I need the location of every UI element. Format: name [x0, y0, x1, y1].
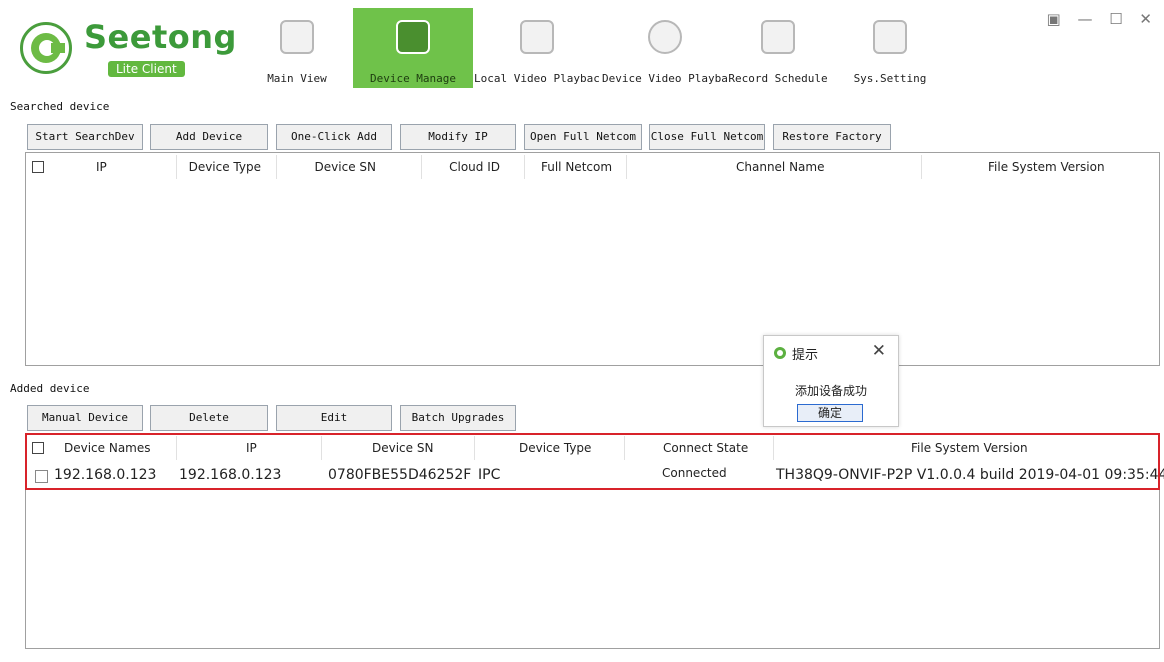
added-device-table[interactable]: Device Names IP Device SN Device Type Co…	[25, 433, 1164, 649]
record-schedule-icon	[761, 20, 795, 54]
open-full-netcom-button[interactable]: Open Full Netcom	[524, 124, 642, 150]
device-video-icon	[648, 20, 682, 54]
tab-main-view[interactable]: Main View	[262, 8, 332, 88]
col-added-fs-version[interactable]: File System Version	[911, 434, 1028, 462]
col-channel-name[interactable]: Channel Name	[736, 153, 824, 181]
row-device-type: IPC	[478, 467, 501, 483]
row-fs-version: TH38Q9-ONVIF-P2P V1.0.0.4 build 2019-04-…	[776, 467, 1164, 483]
app-header: Seetong Lite Client Main View Device Man…	[0, 0, 1164, 88]
row-device-sn: 0780FBE55D46252F	[328, 467, 472, 483]
modify-ip-button[interactable]: Modify IP	[400, 124, 516, 150]
main-view-icon	[280, 20, 314, 54]
add-device-button[interactable]: Add Device	[150, 124, 268, 150]
window-controls[interactable]: ▣ — ☐ ✕	[1047, 10, 1159, 28]
col-device-type[interactable]: Device Type	[181, 153, 261, 181]
seetong-small-icon	[774, 347, 786, 359]
row-checkbox[interactable]	[35, 470, 48, 483]
row-connect-state: Connected	[662, 466, 727, 480]
col-added-device-type[interactable]: Device Type	[519, 434, 591, 462]
col-added-device-sn[interactable]: Device SN	[372, 434, 433, 462]
table-row[interactable]: 192.168.0.123 192.168.0.123 0780FBE55D46…	[26, 462, 1164, 488]
tab-local-video-playback[interactable]: Local Video Playback	[474, 8, 600, 88]
seetong-logo: Seetong Lite Client	[20, 16, 240, 78]
manual-device-button[interactable]: Manual Device	[27, 405, 143, 431]
dialog-message: 添加设备成功	[794, 384, 867, 398]
brand-name: Seetong	[84, 18, 237, 56]
tab-device-manage[interactable]: Device Manage	[353, 8, 473, 88]
dialog-ok-button[interactable]: 确定	[797, 404, 863, 422]
delete-button[interactable]: Delete	[150, 405, 268, 431]
col-ip[interactable]: IP	[96, 153, 107, 181]
tab-record-schedule[interactable]: Record Schedule	[728, 8, 828, 88]
col-cloud-id[interactable]: Cloud ID	[426, 153, 500, 181]
sys-setting-icon	[873, 20, 907, 54]
searched-device-title: Searched device	[10, 100, 110, 113]
row-ip: 192.168.0.123	[179, 467, 282, 483]
edit-button[interactable]: Edit	[276, 405, 392, 431]
success-dialog: 提示 ✕ 添加设备成功 确定	[763, 335, 899, 427]
col-added-ip[interactable]: IP	[246, 434, 257, 462]
col-device-sn[interactable]: Device SN	[281, 153, 376, 181]
seetong-logo-icon	[20, 22, 72, 74]
col-file-system-version[interactable]: File System Version	[988, 153, 1105, 181]
tab-sys-setting[interactable]: Sys.Setting	[848, 8, 932, 88]
one-click-add-button[interactable]: One-Click Add	[276, 124, 392, 150]
close-full-netcom-button[interactable]: Close Full Netcom	[649, 124, 765, 150]
dialog-close-icon[interactable]: ✕	[872, 341, 886, 361]
tab-device-video-playback[interactable]: Device Video Playback	[602, 8, 728, 88]
col-connect-state[interactable]: Connect State	[663, 434, 748, 462]
searched-device-table[interactable]: IP Device Type Device SN Cloud ID Full N…	[25, 152, 1160, 366]
select-all-added-checkbox[interactable]	[32, 442, 44, 454]
select-all-checkbox[interactable]	[32, 161, 44, 173]
added-device-title: Added device	[10, 382, 90, 395]
col-device-names[interactable]: Device Names	[64, 434, 151, 462]
dialog-title: 提示	[792, 348, 819, 363]
lite-client-badge: Lite Client	[108, 61, 185, 77]
local-video-icon	[520, 20, 554, 54]
device-manage-icon	[396, 20, 430, 54]
start-search-button[interactable]: Start SearchDev	[27, 124, 143, 150]
restore-factory-button[interactable]: Restore Factory	[773, 124, 891, 150]
col-full-netcom[interactable]: Full Netcom	[541, 153, 612, 181]
batch-upgrades-button[interactable]: Batch Upgrades	[400, 405, 516, 431]
row-device-name: 192.168.0.123	[54, 467, 157, 483]
